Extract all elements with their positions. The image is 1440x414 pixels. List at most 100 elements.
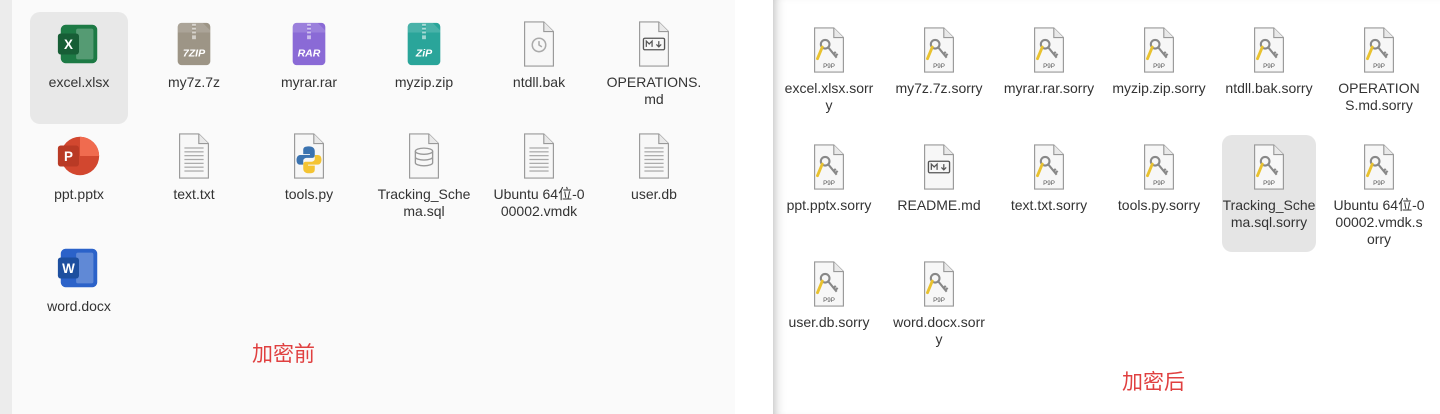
database-file-icon [400,130,448,182]
p9p-key-file-icon: P9P [1355,141,1403,193]
file-item-operations-md-sorry[interactable]: P9P OPERATIONS.md.sorry [1332,18,1426,135]
svg-text:W: W [62,261,75,276]
file-item-tracking-schema-sql-sorry[interactable]: P9P Tracking_Schema.sql.sorry [1222,135,1316,252]
svg-text:P9P: P9P [1153,180,1165,187]
excel-icon: X [55,18,103,70]
file-item-myzip-zip[interactable]: ZiP myzip.zip [375,12,473,124]
svg-text:P9P: P9P [823,63,835,70]
svg-text:P: P [64,149,73,164]
file-item-tracking-schema-sql[interactable]: Tracking_Schema.sql [375,124,473,236]
file-name: myrar.rar.sorry [1003,80,1095,96]
rar-archive-icon: RAR [285,18,333,70]
file-name: word.docx.sorry [893,314,985,347]
p9p-key-file-icon: P9P [805,258,853,310]
file-item-word-docx[interactable]: Wword.docx [30,236,128,348]
file-item-myrar-rar-sorry[interactable]: P9P myrar.rar.sorry [1002,18,1096,135]
p9p-key-file-icon: P9P [1245,24,1293,76]
file-name: tools.py.sorry [1117,197,1201,213]
svg-text:P9P: P9P [823,297,835,304]
file-name: Tracking_Schema.sql.sorry [1222,197,1316,230]
p9p-key-file-icon: P9P [915,24,963,76]
zip-archive-icon: ZiP [400,18,448,70]
file-name: tools.py [284,186,334,202]
markdown-file-icon [915,141,963,193]
svg-text:7ZIP: 7ZIP [183,47,206,59]
backup-file-icon [515,18,563,70]
file-name: myrar.rar [281,74,337,90]
svg-text:P9P: P9P [933,63,945,70]
svg-text:P9P: P9P [1263,63,1275,70]
file-item-tools-py[interactable]: tools.py [260,124,358,236]
file-item-ppt-pptx[interactable]: Pppt.pptx [30,124,128,236]
file-name: excel.xlsx.sorry [784,80,874,113]
file-item-myrar-rar[interactable]: RAR myrar.rar [260,12,358,124]
7z-archive-icon: 7ZIP [170,18,218,70]
svg-text:P9P: P9P [1043,180,1055,187]
file-name: Tracking_Schema.sql [377,186,471,219]
file-item-excel-xlsx-sorry[interactable]: P9P excel.xlsx.sorry [782,18,876,135]
python-file-icon [285,130,333,182]
file-name: ntdll.bak.sorry [1225,80,1313,96]
file-name: user.db.sorry [788,314,870,330]
file-name: OPERATIONS.md.sorry [1338,80,1420,113]
file-item-ntdll-bak[interactable]: ntdll.bak [490,12,588,124]
file-name: ntdll.bak [512,74,566,90]
file-item-ubuntu-64-000002-vmdk[interactable]: Ubuntu 64位-000002.vmdk [490,124,588,236]
svg-text:P9P: P9P [1373,63,1385,70]
p9p-key-file-icon: P9P [1135,24,1183,76]
file-name: README.md [897,197,981,213]
file-item-excel-xlsx[interactable]: Xexcel.xlsx [30,12,128,124]
p9p-key-file-icon: P9P [805,141,853,193]
file-item-user-db[interactable]: user.db [605,124,703,236]
before-file-grid: Xexcel.xlsx 7ZIP my7z.7z RAR myrar.rar ZiP… [30,12,720,348]
p9p-key-file-icon: P9P [805,24,853,76]
text-file-icon [630,130,678,182]
file-item-ppt-pptx-sorry[interactable]: P9P ppt.pptx.sorry [782,135,876,252]
left-panel-edge [0,0,12,414]
file-item-text-txt-sorry[interactable]: P9P text.txt.sorry [1002,135,1096,252]
file-name: text.txt.sorry [1010,197,1088,213]
file-item-readme-md[interactable]: README.md [892,135,986,252]
svg-text:P9P: P9P [1373,180,1385,187]
file-name: ppt.pptx.sorry [786,197,872,213]
file-item-word-docx-sorry[interactable]: P9P word.docx.sorry [892,252,986,369]
file-item-my7z-7z[interactable]: 7ZIP my7z.7z [145,12,243,124]
p9p-key-file-icon: P9P [915,258,963,310]
file-item-ntdll-bak-sorry[interactable]: P9P ntdll.bak.sorry [1222,18,1316,135]
p9p-key-file-icon: P9P [1245,141,1293,193]
svg-text:RAR: RAR [298,47,321,59]
file-name: myzip.zip.sorry [1112,80,1206,96]
file-item-text-txt[interactable]: text.txt [145,124,243,236]
file-name: excel.xlsx [48,74,110,90]
svg-text:P9P: P9P [933,297,945,304]
file-item-operations-md[interactable]: OPERATIONS.md [605,12,703,124]
text-file-icon [515,130,563,182]
word-icon: W [55,242,103,294]
file-item-tools-py-sorry[interactable]: P9P tools.py.sorry [1112,135,1206,252]
file-name: word.docx [47,298,111,314]
svg-text:P9P: P9P [1153,63,1165,70]
p9p-key-file-icon: P9P [1355,24,1403,76]
after-file-grid: P9P excel.xlsx.sorry P9P my7z.7z.sorry P9P… [782,18,1440,369]
text-file-icon [170,130,218,182]
file-name: user.db [631,186,677,202]
p9p-key-file-icon: P9P [1135,141,1183,193]
file-item-my7z-7z-sorry[interactable]: P9P my7z.7z.sorry [892,18,986,135]
svg-text:P9P: P9P [823,180,835,187]
markdown-file-icon [630,18,678,70]
powerpoint-icon: P [55,130,103,182]
file-item-user-db-sorry[interactable]: P9P user.db.sorry [782,252,876,369]
file-name: myzip.zip [394,74,454,90]
p9p-key-file-icon: P9P [1025,24,1073,76]
file-name: OPERATIONS.md [606,74,702,107]
file-item-ubuntu-64-000002-vmdk-sorry[interactable]: P9P Ubuntu 64位-000002.vmdk.sorry [1332,135,1426,252]
file-name: my7z.7z [167,74,221,90]
after-encryption-caption: 加密后 [1122,370,1185,394]
file-name: text.txt [173,186,215,202]
svg-text:P9P: P9P [1263,180,1275,187]
p9p-key-file-icon: P9P [1025,141,1073,193]
file-item-myzip-zip-sorry[interactable]: P9P myzip.zip.sorry [1112,18,1206,135]
file-name: ppt.pptx [54,186,104,202]
file-name: Ubuntu 64位-000002.vmdk [493,186,585,219]
svg-text:X: X [64,37,73,52]
